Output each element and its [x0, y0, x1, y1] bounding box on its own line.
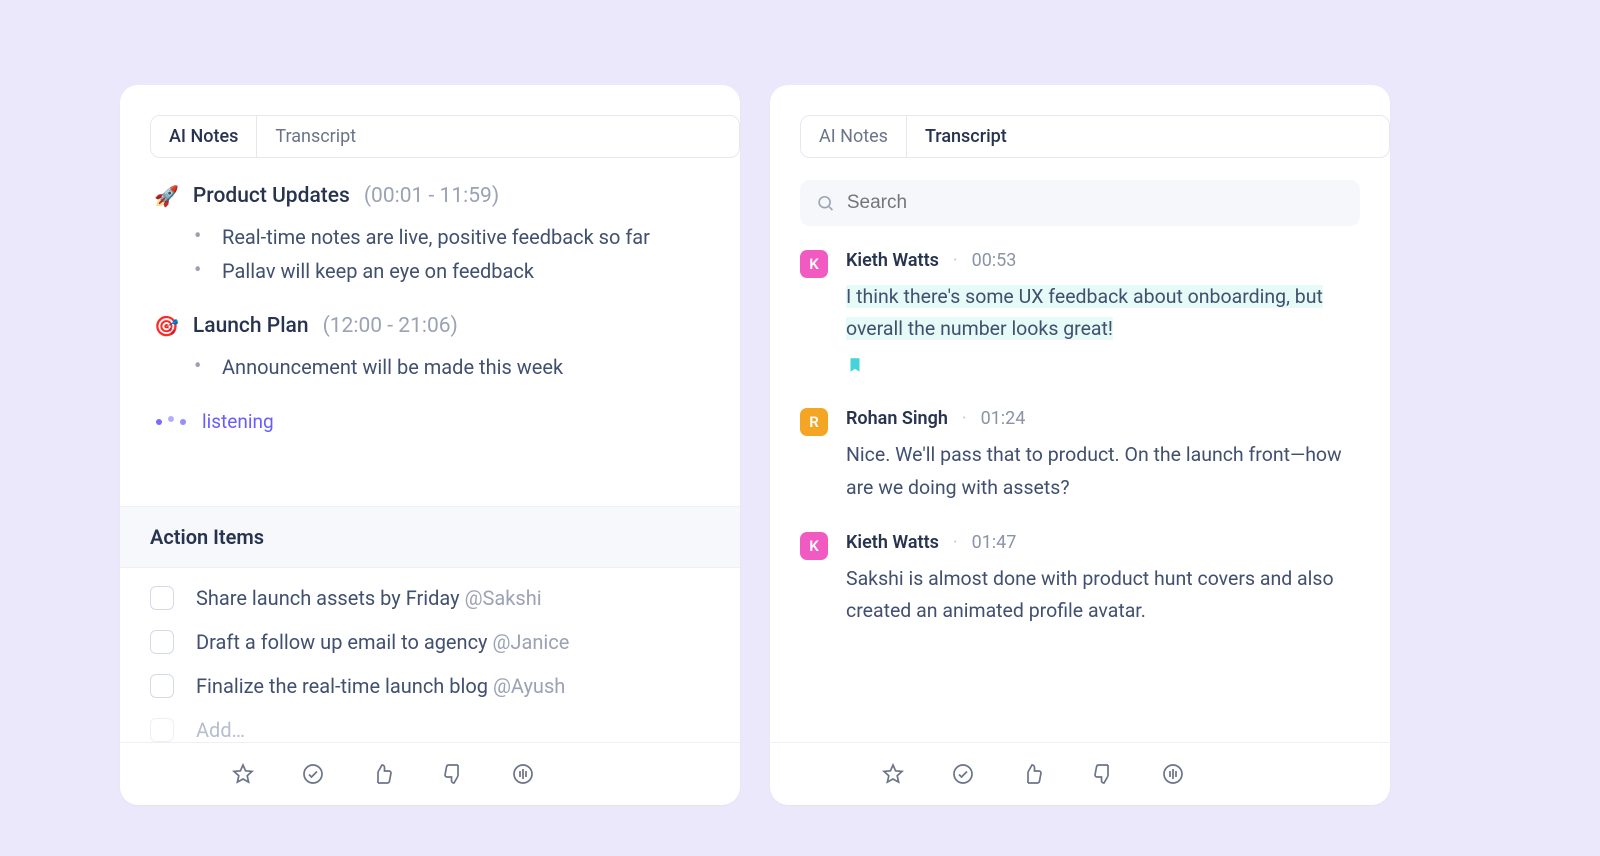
star-icon[interactable] — [880, 761, 906, 787]
section-title: Launch Plan — [193, 314, 309, 338]
notes-section: 🚀 Product Updates (00:01 - 11:59) Real-t… — [154, 184, 706, 288]
transcript-text: Nice. We'll pass that to product. On the… — [846, 439, 1360, 503]
section-time: (12:00 - 21:06) — [323, 314, 458, 338]
tab-ai-notes[interactable]: AI Notes — [801, 116, 906, 157]
target-icon: 🎯 — [154, 314, 179, 338]
search-input[interactable] — [847, 192, 1344, 214]
action-text: Finalize the real-time launch blog — [196, 674, 493, 698]
check-circle-icon[interactable] — [950, 761, 976, 787]
tab-transcript[interactable]: Transcript — [906, 116, 1025, 157]
bookmark-icon[interactable] — [846, 355, 864, 380]
note-bullet: Real-time notes are live, positive feedb… — [194, 220, 706, 254]
mention: @Ayush — [493, 674, 565, 698]
checkbox[interactable] — [150, 674, 174, 698]
timestamp: 00:53 — [972, 250, 1017, 271]
note-bullet: Announcement will be made this week — [194, 350, 706, 384]
speaker-name: Kieth Watts — [846, 532, 939, 553]
action-text: Share launch assets by Friday — [196, 586, 465, 610]
avatar: R — [800, 408, 828, 436]
timestamp: 01:24 — [981, 408, 1026, 429]
transcript-list: K Kieth Watts · 00:53 I think there's so… — [770, 226, 1390, 742]
avatar: K — [800, 250, 828, 278]
tabs-right: AI Notes Transcript — [800, 115, 1390, 158]
add-action-item[interactable]: Add… — [150, 718, 710, 742]
card-toolbar — [770, 742, 1390, 805]
note-bullet: Pallav will keep an eye on feedback — [194, 254, 706, 288]
speaker-name: Kieth Watts — [846, 250, 939, 271]
action-text: Draft a follow up email to agency — [196, 630, 492, 654]
avatar: K — [800, 532, 828, 560]
add-placeholder: Add… — [196, 718, 245, 742]
transcript-entry: R Rohan Singh · 01:24 Nice. We'll pass t… — [800, 408, 1360, 503]
loading-dots-icon — [156, 419, 186, 425]
action-item[interactable]: Finalize the real-time launch blog @Ayus… — [150, 674, 710, 698]
speaker-name: Rohan Singh — [846, 408, 948, 429]
card-toolbar — [120, 742, 740, 805]
audio-icon[interactable] — [510, 761, 536, 787]
star-icon[interactable] — [230, 761, 256, 787]
transcript-panel: AI Notes Transcript K Kieth Watts · 00:5… — [770, 85, 1390, 805]
timestamp: 01:47 — [972, 532, 1017, 553]
thumbs-up-icon[interactable] — [1020, 761, 1046, 787]
thumbs-down-icon[interactable] — [1090, 761, 1116, 787]
search-icon — [816, 193, 835, 213]
ai-notes-panel: AI Notes Transcript 🚀 Product Updates (0… — [120, 85, 740, 805]
tab-transcript[interactable]: Transcript — [256, 116, 374, 157]
thumbs-down-icon[interactable] — [440, 761, 466, 787]
checkbox[interactable] — [150, 586, 174, 610]
transcript-text: I think there's some UX feedback about o… — [846, 285, 1323, 340]
dot-separator: · — [953, 250, 958, 271]
audio-icon[interactable] — [1160, 761, 1186, 787]
mention: @Janice — [492, 630, 569, 654]
checkbox — [150, 718, 174, 742]
thumbs-up-icon[interactable] — [370, 761, 396, 787]
transcript-entry: K Kieth Watts · 01:47 Sakshi is almost d… — [800, 532, 1360, 627]
notes-body: 🚀 Product Updates (00:01 - 11:59) Real-t… — [120, 158, 740, 500]
action-item[interactable]: Share launch assets by Friday @Sakshi — [150, 586, 710, 610]
tab-ai-notes[interactable]: AI Notes — [151, 116, 256, 157]
notes-section: 🎯 Launch Plan (12:00 - 21:06) Announceme… — [154, 314, 706, 384]
transcript-text: Sakshi is almost done with product hunt … — [846, 563, 1360, 627]
mention: @Sakshi — [465, 586, 542, 610]
rocket-icon: 🚀 — [154, 184, 179, 208]
section-time: (00:01 - 11:59) — [364, 184, 499, 208]
dot-separator: · — [962, 408, 967, 429]
check-circle-icon[interactable] — [300, 761, 326, 787]
section-title: Product Updates — [193, 184, 350, 208]
transcript-entry: K Kieth Watts · 00:53 I think there's so… — [800, 250, 1360, 380]
search-field[interactable] — [800, 180, 1360, 226]
dot-separator: · — [953, 532, 958, 553]
checkbox[interactable] — [150, 630, 174, 654]
listening-indicator: listening — [154, 410, 706, 433]
listening-label: listening — [202, 410, 274, 433]
action-items-list: Share launch assets by Friday @Sakshi Dr… — [120, 568, 740, 742]
tabs-left: AI Notes Transcript — [150, 115, 740, 158]
action-items-heading: Action Items — [120, 506, 740, 568]
action-item[interactable]: Draft a follow up email to agency @Janic… — [150, 630, 710, 654]
